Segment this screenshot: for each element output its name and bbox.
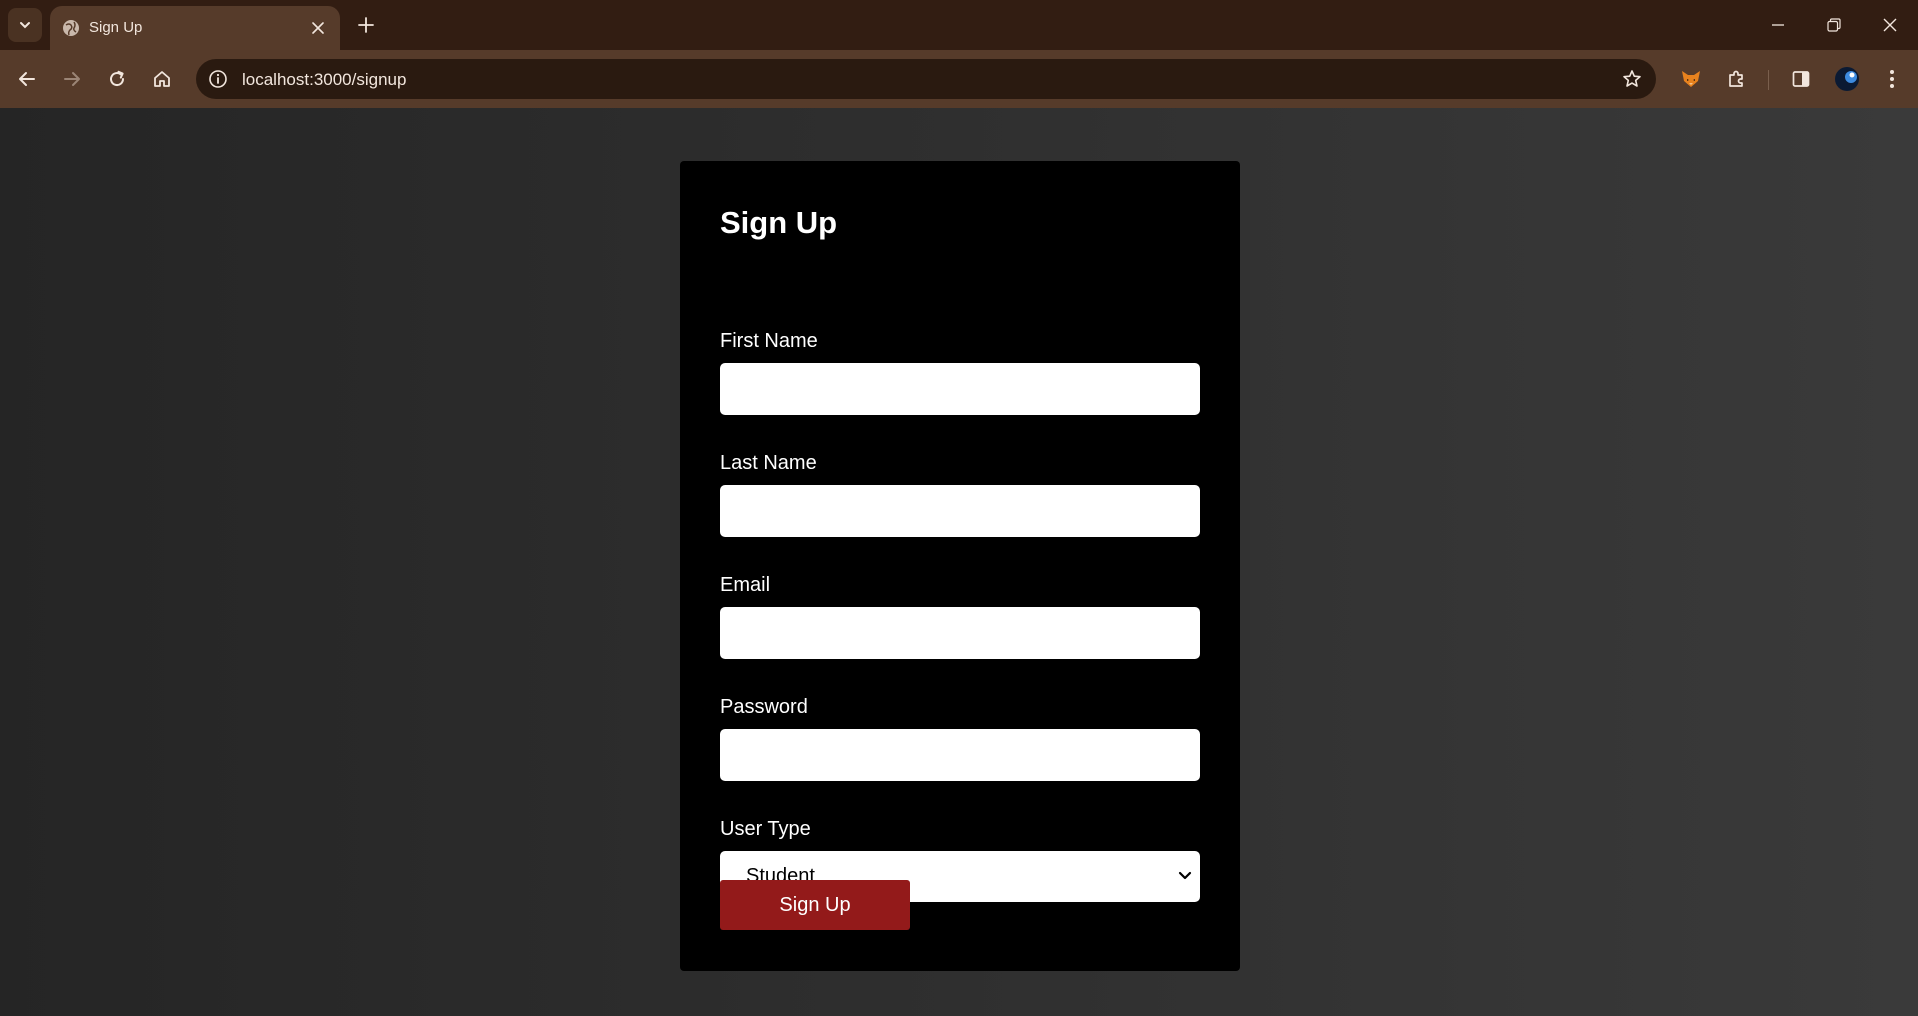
bookmark-button[interactable] bbox=[1618, 65, 1646, 93]
reload-button[interactable] bbox=[100, 62, 134, 96]
chevron-down-icon bbox=[20, 22, 30, 29]
browser-tabstrip: Sign Up bbox=[0, 0, 1918, 50]
restore-button[interactable] bbox=[1806, 0, 1862, 50]
star-icon bbox=[1623, 70, 1641, 87]
tab-search-button[interactable] bbox=[8, 8, 42, 42]
home-button[interactable] bbox=[145, 62, 179, 96]
extensions-button[interactable] bbox=[1719, 62, 1753, 96]
first-name-label: First Name bbox=[720, 330, 818, 352]
close-icon bbox=[312, 22, 324, 34]
arrow-right-icon bbox=[64, 72, 80, 86]
home-icon bbox=[154, 71, 170, 87]
forward-button[interactable] bbox=[55, 62, 89, 96]
browser-toolbar: localhost:3000/signup bbox=[0, 50, 1918, 108]
toolbar-divider bbox=[1768, 70, 1769, 90]
signup-form-card: Sign Up First Name Last Name Email Passw… bbox=[680, 161, 1240, 971]
active-tab[interactable]: Sign Up bbox=[50, 6, 340, 50]
email-label: Email bbox=[720, 574, 771, 596]
plus-icon bbox=[358, 17, 374, 33]
last-name-input[interactable] bbox=[720, 485, 1200, 537]
browser-menu-button[interactable] bbox=[1875, 62, 1909, 96]
reload-icon bbox=[110, 70, 125, 87]
password-input[interactable] bbox=[720, 729, 1200, 781]
fox-icon bbox=[1682, 71, 1700, 87]
password-label: Password bbox=[720, 696, 808, 718]
form-title: Sign Up bbox=[720, 205, 838, 240]
side-panel-icon bbox=[1792, 71, 1810, 87]
email-input[interactable] bbox=[720, 607, 1200, 659]
fox-extension-button[interactable] bbox=[1674, 62, 1708, 96]
chevron-down-icon bbox=[1178, 871, 1192, 880]
puzzle-icon bbox=[1729, 70, 1743, 87]
site-info-button[interactable] bbox=[204, 65, 232, 93]
last-name-label: Last Name bbox=[720, 452, 817, 474]
minimize-button[interactable] bbox=[1750, 0, 1806, 50]
close-icon bbox=[1883, 18, 1897, 32]
page-viewport: Sign Up First Name Last Name Email Passw… bbox=[0, 108, 1918, 1016]
user-type-label: User Type bbox=[720, 818, 811, 840]
info-icon bbox=[209, 70, 227, 88]
tab-close-button[interactable] bbox=[306, 16, 330, 40]
address-bar[interactable]: localhost:3000/signup bbox=[196, 59, 1656, 99]
arrow-left-icon bbox=[19, 72, 35, 86]
minimize-icon bbox=[1772, 24, 1784, 26]
restore-icon bbox=[1827, 18, 1841, 32]
back-button[interactable] bbox=[10, 62, 44, 96]
more-vertical-icon bbox=[1890, 70, 1894, 88]
url-text: localhost:3000/signup bbox=[242, 70, 407, 89]
new-tab-button[interactable] bbox=[351, 10, 381, 40]
sign-up-button[interactable]: Sign Up bbox=[720, 880, 910, 930]
tab-title: Sign Up bbox=[89, 19, 143, 36]
avatar-icon bbox=[1835, 67, 1859, 91]
profile-avatar[interactable] bbox=[1830, 62, 1864, 96]
first-name-input[interactable] bbox=[720, 363, 1200, 415]
side-panel-button[interactable] bbox=[1784, 62, 1818, 96]
close-window-button[interactable] bbox=[1862, 0, 1918, 50]
globe-icon bbox=[63, 20, 79, 36]
